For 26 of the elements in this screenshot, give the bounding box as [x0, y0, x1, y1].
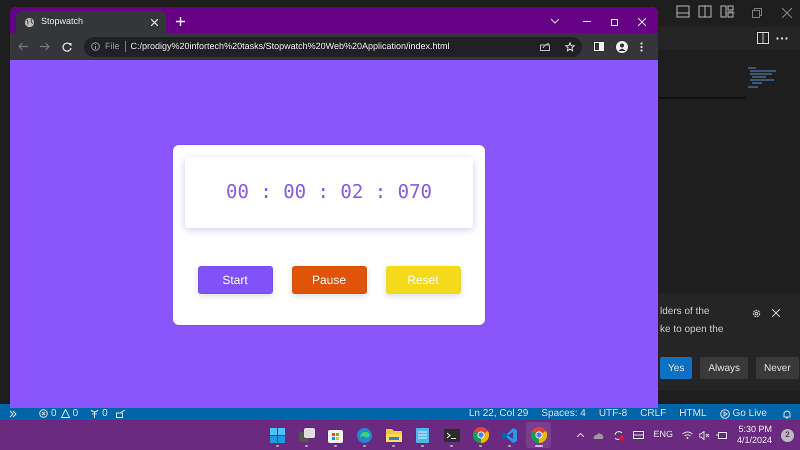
go-live-button[interactable]: Go Live [720, 408, 767, 419]
notification-text: ke to open the [660, 323, 724, 337]
notification-button[interactable]: Always [700, 357, 748, 379]
ports-count[interactable]: 0 [102, 408, 108, 419]
address-bar[interactable]: File C:/prodigy%20infortech%20tasks/Stopwatch%20Web%20Application/index.html [84, 36, 582, 56]
browser-tab[interactable]: Stopwatch [16, 11, 166, 33]
error-count[interactable]: 0 [51, 408, 57, 419]
clock-time[interactable]: 5:30 PM [738, 424, 772, 435]
status-item[interactable]: CRLF [640, 408, 666, 419]
url-text: C:/prodigy%20infortech%20tasks/Stopwatch%20Web%20Application/index.html [130, 40, 450, 53]
status-item[interactable]: Ln 22, Col 29 [468, 408, 528, 419]
status-item[interactable]: Spaces: 4 [541, 408, 586, 419]
scheme-label: File [105, 40, 120, 53]
language-indicator[interactable]: ENG [653, 428, 673, 442]
time-display: 00 : 00 : 02 : 070 [226, 180, 432, 206]
status-item[interactable]: UTF-8 [598, 408, 628, 419]
notification-button[interactable]: Never [756, 357, 799, 379]
tab-title: Stopwatch [41, 15, 84, 28]
clock-date[interactable]: 4/1/2024 [736, 435, 772, 446]
notification-text: lders of the [660, 305, 710, 319]
stopwatch-button[interactable]: Start [198, 266, 272, 294]
status-item[interactable]: HTML [679, 408, 707, 419]
notification-badge[interactable]: 2 [781, 428, 794, 442]
notification-button[interactable]: Yes [660, 357, 692, 379]
stopwatch-button[interactable]: Pause [292, 266, 366, 294]
warning-count[interactable]: 0 [72, 408, 78, 419]
